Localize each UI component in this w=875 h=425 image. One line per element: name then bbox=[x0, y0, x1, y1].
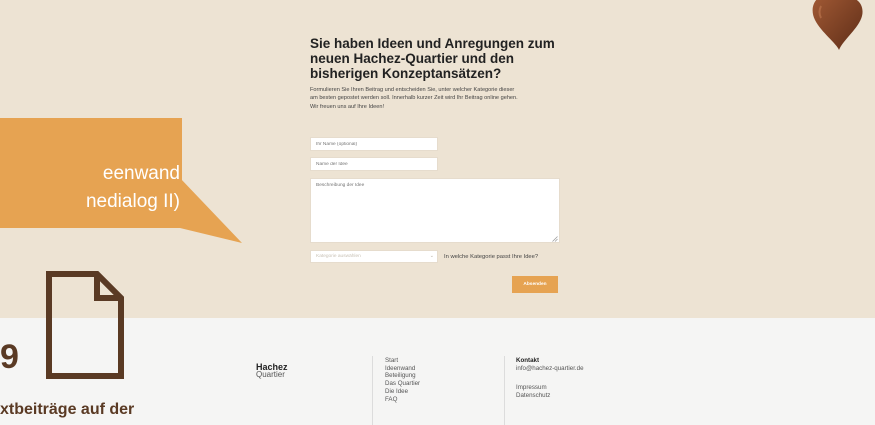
contact-title: Kontakt bbox=[516, 357, 540, 364]
callout-line: eenwand bbox=[102, 163, 180, 184]
logo-text-bottom: Quartier bbox=[256, 370, 285, 379]
submit-button[interactable]: Absenden bbox=[512, 276, 558, 293]
stat-number: 9 bbox=[0, 338, 19, 376]
footer-nav-ideenwand[interactable]: Ideenwand bbox=[385, 365, 420, 373]
impressum-link[interactable]: Impressum bbox=[516, 384, 584, 392]
category-select[interactable]: Kategorie auswählen ⌄ bbox=[310, 250, 438, 263]
category-select-value: Kategorie auswählen bbox=[316, 254, 361, 259]
idea-description-textarea[interactable] bbox=[310, 178, 560, 243]
description-line: Formulieren Sie Ihren Beitrag und entsch… bbox=[310, 87, 515, 93]
form-description: Formulieren Sie Ihren Beitrag und entsch… bbox=[310, 86, 570, 111]
form-heading: Sie haben Ideen und Anregungen zum neuen… bbox=[310, 36, 555, 81]
description-line: am besten gepostet werden soll. Innerhal… bbox=[310, 95, 518, 102]
document-icon bbox=[46, 271, 124, 379]
chocolate-heart-icon bbox=[812, 0, 863, 50]
callout-tail bbox=[180, 178, 242, 243]
footer-nav-start[interactable]: Start bbox=[385, 357, 420, 365]
footer-divider bbox=[504, 356, 505, 425]
footer-logo[interactable]: Hachez Quartier bbox=[256, 363, 288, 379]
resize-handle-icon[interactable] bbox=[552, 236, 558, 242]
category-question: In welche Kategorie passt Ihre Idee? bbox=[444, 254, 539, 260]
footer-divider bbox=[372, 356, 373, 425]
idea-name-input[interactable] bbox=[310, 157, 438, 171]
footer-nav-idee[interactable]: Die Idee bbox=[385, 388, 420, 396]
footer-nav: Start Ideenwand Beteiligung Das Quartier… bbox=[385, 357, 420, 403]
contact-email-link[interactable]: info@hachez-quartier.de bbox=[516, 365, 584, 373]
footer-contact: Kontakt info@hachez-quartier.de Impressu… bbox=[516, 357, 584, 400]
callout-line: nedialog II) bbox=[85, 191, 180, 212]
footer-nav-quartier[interactable]: Das Quartier bbox=[385, 380, 420, 388]
name-input[interactable] bbox=[310, 137, 438, 151]
description-line: Wir freuen uns auf Ihre Ideen! bbox=[310, 103, 385, 110]
datenschutz-link[interactable]: Datenschutz bbox=[516, 392, 584, 400]
footer-nav-beteiligung[interactable]: Beteiligung bbox=[385, 372, 420, 380]
stat-caption: xtbeiträge auf der bbox=[0, 401, 135, 418]
callout-text: eenwand nedialog II) bbox=[0, 160, 180, 216]
footer-nav-faq[interactable]: FAQ bbox=[385, 396, 420, 404]
chevron-down-icon: ⌄ bbox=[429, 253, 434, 259]
